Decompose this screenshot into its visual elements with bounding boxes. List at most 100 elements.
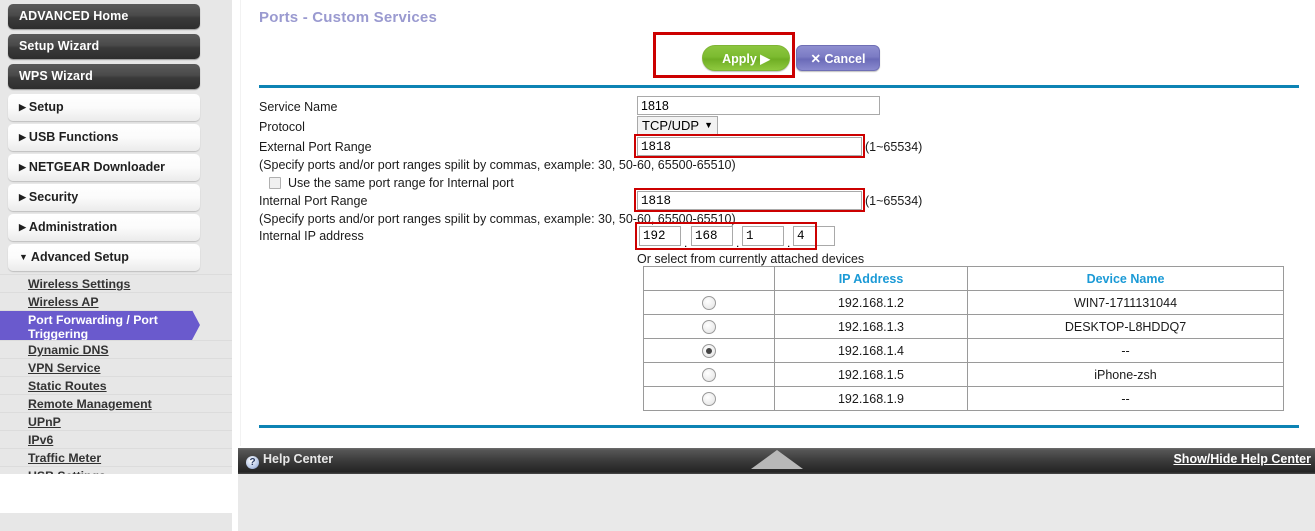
nav-section-setup[interactable]: ▶ Setup bbox=[8, 94, 200, 121]
table-cell-select[interactable] bbox=[643, 338, 775, 363]
sidebar-item-upnp[interactable]: UPnP bbox=[0, 412, 232, 430]
table-row[interactable]: 192.168.1.2 WIN7-1711131044 bbox=[643, 290, 1284, 315]
sidebar-item-label[interactable]: Remote Management bbox=[28, 397, 152, 411]
table-row[interactable]: 192.168.1.4 -- bbox=[643, 338, 1284, 363]
cancel-button[interactable]: ✕ Cancel bbox=[796, 45, 880, 71]
sidebar-item-vpn-service[interactable]: VPN Service bbox=[0, 358, 232, 376]
page-title: Ports - Custom Services bbox=[259, 9, 437, 26]
table-cell-select[interactable] bbox=[643, 386, 775, 411]
action-button-row: Apply ▶ ✕ Cancel bbox=[241, 32, 1315, 78]
nav-wps-wizard[interactable]: WPS Wizard bbox=[8, 64, 200, 89]
table-header-select bbox=[643, 266, 775, 291]
ip-dot-separator: . bbox=[684, 236, 688, 250]
sidebar-item-static-routes[interactable]: Static Routes bbox=[0, 376, 232, 394]
nav-section-label: Advanced Setup bbox=[30, 250, 129, 264]
sidebar-item-label[interactable]: Wireless Settings bbox=[28, 277, 130, 291]
device-radio[interactable] bbox=[702, 296, 716, 310]
external-port-range-label: External Port Range bbox=[259, 140, 372, 154]
sidebar: ADVANCED Home Setup Wizard WPS Wizard ▶ S… bbox=[0, 0, 232, 531]
expand-triangle-icon[interactable] bbox=[750, 450, 803, 469]
table-row[interactable]: 192.168.1.3 DESKTOP-L8HDDQ7 bbox=[643, 314, 1284, 339]
nav-section-administration[interactable]: ▶ Administration bbox=[8, 214, 200, 241]
sidebar-item-traffic-meter[interactable]: Traffic Meter bbox=[0, 448, 232, 466]
nav-setup-wizard[interactable]: Setup Wizard bbox=[8, 34, 200, 59]
internal-port-range-input[interactable] bbox=[637, 191, 862, 210]
sidebar-item-dynamic-dns[interactable]: Dynamic DNS bbox=[0, 340, 232, 358]
ip-octet-4[interactable] bbox=[793, 226, 835, 246]
table-cell-select[interactable] bbox=[643, 362, 775, 387]
apply-button[interactable]: Apply ▶ bbox=[702, 45, 790, 71]
table-cell-device-name: -- bbox=[967, 338, 1284, 363]
sidebar-item-label[interactable]: Traffic Meter bbox=[28, 451, 101, 465]
divider-bottom bbox=[259, 425, 1299, 428]
sidebar-item-port-forwarding[interactable]: Port Forwarding / Port Triggering bbox=[0, 310, 200, 340]
ip-octet-3[interactable] bbox=[742, 226, 784, 246]
nav-section-security[interactable]: ▶ Security bbox=[8, 184, 200, 211]
sidebar-item-label[interactable]: Dynamic DNS bbox=[28, 343, 109, 357]
sidebar-item-label[interactable]: VPN Service bbox=[28, 361, 100, 375]
help-center-label: Help Center bbox=[263, 452, 334, 466]
sidebar-item-label[interactable]: IPv6 bbox=[28, 433, 53, 447]
attached-devices-table: IP Address Device Name 192.168.1.2 WIN7-… bbox=[643, 266, 1284, 411]
protocol-label: Protocol bbox=[259, 120, 305, 134]
protocol-select[interactable]: TCP/UDP ▼ bbox=[637, 116, 718, 136]
nav-advanced-home[interactable]: ADVANCED Home bbox=[8, 4, 200, 29]
device-radio[interactable] bbox=[702, 368, 716, 382]
device-radio[interactable] bbox=[702, 320, 716, 334]
internal-port-range-hint: (1~65534) bbox=[865, 194, 923, 208]
chevron-right-icon: ▶ bbox=[19, 192, 26, 202]
internal-ip-octet-group: . . . bbox=[637, 224, 835, 250]
table-cell-ip: 192.168.1.5 bbox=[774, 362, 968, 387]
ip-octet-1[interactable] bbox=[639, 226, 681, 246]
table-row[interactable]: 192.168.1.9 -- bbox=[643, 386, 1284, 411]
sidebar-item-remote-management[interactable]: Remote Management bbox=[0, 394, 232, 412]
nav-section-usb-functions[interactable]: ▶ USB Functions bbox=[8, 124, 200, 151]
help-center-link[interactable]: ? Help Center bbox=[246, 452, 334, 469]
same-port-range-checkbox[interactable] bbox=[269, 177, 281, 189]
nav-section-label: USB Functions bbox=[28, 130, 119, 144]
nav-section-label: Administration bbox=[28, 220, 118, 234]
table-row[interactable]: 192.168.1.5 iPhone-zsh bbox=[643, 362, 1284, 387]
sidebar-item-label[interactable]: Wireless AP bbox=[28, 295, 99, 309]
sidebar-item-wireless-settings[interactable]: Wireless Settings bbox=[0, 274, 232, 292]
table-header-device-name: Device Name bbox=[967, 266, 1284, 291]
service-name-label: Service Name bbox=[259, 100, 338, 114]
content-panel: Ports - Custom Services Apply ▶ ✕ Cancel… bbox=[240, 0, 1315, 446]
router-admin-page: ADVANCED Home Setup Wizard WPS Wizard ▶ S… bbox=[0, 0, 1315, 531]
table-header-ip-address: IP Address bbox=[774, 266, 968, 291]
sidebar-item-label[interactable]: UPnP bbox=[28, 415, 61, 429]
table-cell-select[interactable] bbox=[643, 314, 775, 339]
nav-section-advanced-setup[interactable]: ▼ Advanced Setup bbox=[8, 244, 200, 271]
same-port-range-label: Use the same port range for Internal por… bbox=[288, 176, 514, 190]
table-header-row: IP Address Device Name bbox=[643, 266, 1284, 291]
table-cell-ip: 192.168.1.9 bbox=[774, 386, 968, 411]
internal-port-range-label: Internal Port Range bbox=[259, 194, 368, 208]
chevron-down-icon: ▼ bbox=[19, 252, 28, 262]
sidebar-item-label[interactable]: Static Routes bbox=[28, 379, 107, 393]
chevron-right-icon: ▶ bbox=[19, 162, 26, 172]
sidebar-bottom-filler bbox=[0, 513, 232, 531]
service-name-input[interactable] bbox=[637, 96, 880, 115]
sidebar-item-label: Port Forwarding / Port Triggering bbox=[28, 313, 158, 341]
help-center-bar: ? Help Center Show/Hide Help Center bbox=[238, 448, 1315, 474]
table-cell-ip: 192.168.1.2 bbox=[774, 290, 968, 315]
table-cell-device-name: DESKTOP-L8HDDQ7 bbox=[967, 314, 1284, 339]
ip-octet-2[interactable] bbox=[691, 226, 733, 246]
table-cell-device-name: WIN7-1711131044 bbox=[967, 290, 1284, 315]
show-hide-help-center-link[interactable]: Show/Hide Help Center bbox=[1173, 452, 1311, 466]
chevron-right-icon: ▶ bbox=[19, 102, 26, 112]
chevron-down-icon: ▼ bbox=[704, 120, 713, 130]
table-cell-ip: 192.168.1.4 bbox=[774, 338, 968, 363]
table-cell-ip: 192.168.1.3 bbox=[774, 314, 968, 339]
sidebar-item-ipv6[interactable]: IPv6 bbox=[0, 430, 232, 448]
external-port-range-hint: (1~65534) bbox=[865, 140, 923, 154]
external-port-range-input[interactable] bbox=[637, 137, 862, 156]
device-radio-selected[interactable] bbox=[702, 344, 716, 358]
sidebar-top-buttons: ADVANCED Home Setup Wizard WPS Wizard ▶ S… bbox=[0, 0, 232, 271]
internal-ip-address-label: Internal IP address bbox=[259, 229, 364, 243]
table-cell-select[interactable] bbox=[643, 290, 775, 315]
sidebar-item-wireless-ap[interactable]: Wireless AP bbox=[0, 292, 232, 310]
chevron-right-icon: ▶ bbox=[19, 132, 26, 142]
device-radio[interactable] bbox=[702, 392, 716, 406]
nav-section-netgear-downloader[interactable]: ▶NETGEAR Downloader (BETA) bbox=[8, 154, 200, 202]
